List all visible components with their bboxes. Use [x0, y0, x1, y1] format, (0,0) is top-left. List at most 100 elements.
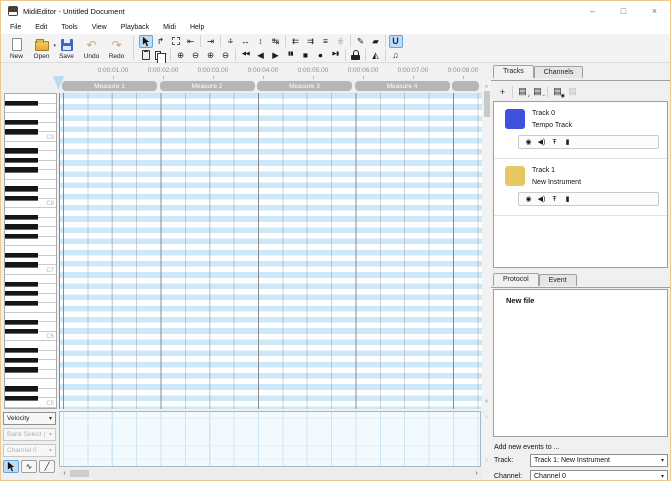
measure-label[interactable]	[452, 81, 479, 91]
zoom-out-horizontal-button[interactable]: ⊖	[219, 49, 233, 62]
piano-key-black[interactable]	[5, 101, 38, 106]
piano-key-black[interactable]	[5, 396, 38, 401]
measure-label[interactable]: Measure 4	[355, 81, 450, 91]
undo-button[interactable]: ↶Undo	[79, 37, 104, 60]
open-file-button[interactable]: ▾Open	[29, 37, 54, 60]
velocity-scrollbar[interactable]: ˄ ˅	[482, 413, 491, 467]
track-color-swatch[interactable]	[505, 109, 525, 129]
menu-midi[interactable]: Midi	[156, 24, 183, 31]
piano-key-black[interactable]	[5, 367, 38, 372]
piano-key-black[interactable]	[5, 186, 38, 191]
menu-view[interactable]: View	[85, 24, 114, 31]
piano-key-black[interactable]	[5, 348, 38, 353]
select-right-tool-button[interactable]: ⇥	[204, 35, 218, 48]
maximize-button[interactable]: □	[608, 1, 639, 21]
piano-key-black[interactable]	[5, 253, 38, 258]
piano-key-black[interactable]	[5, 291, 38, 296]
standard-tool-button[interactable]	[139, 35, 153, 48]
protocol-entry[interactable]: New file	[494, 290, 667, 305]
track-color-swatch[interactable]	[505, 166, 525, 186]
metronome-button[interactable]: ◭	[369, 49, 383, 62]
pause-button[interactable]: ▮▮	[284, 49, 298, 62]
line-tool-button[interactable]: ╱	[39, 460, 55, 473]
piano-key-black[interactable]	[5, 329, 38, 334]
record-button[interactable]: ●	[314, 49, 328, 62]
measure-bar[interactable]: Measure 1Measure 2Measure 3Measure 4	[59, 79, 482, 93]
menu-edit[interactable]: Edit	[28, 24, 54, 31]
track-visibility-icon[interactable]: ◉	[522, 195, 535, 203]
piano-key-black[interactable]	[5, 358, 38, 363]
piano-key-black[interactable]	[5, 262, 38, 267]
zoom-in-vertical-button[interactable]: ⊕	[174, 49, 188, 62]
back-button[interactable]: ◀	[254, 49, 268, 62]
new-file-button[interactable]: New	[4, 37, 29, 60]
select-left-tool-button[interactable]: ⇤	[184, 35, 198, 48]
piano-keyboard[interactable]: C9C8C7C6C5	[4, 93, 57, 409]
piano-roll-grid[interactable]	[59, 93, 482, 409]
move-horizontal-tool-button[interactable]: ↔	[239, 35, 253, 48]
track-row[interactable]: Track 0Tempo Track◉◀)Ŧ▮	[494, 102, 667, 159]
freehand-tool-button[interactable]: ∿	[21, 460, 37, 473]
align-left-tool-button[interactable]: ⇇	[289, 35, 303, 48]
scroll-up-arrow[interactable]: ˄	[482, 84, 491, 91]
align-right-tool-button[interactable]: ⇉	[304, 35, 318, 48]
measure-label[interactable]: Measure 1	[62, 81, 157, 91]
scroll-left-arrow[interactable]: ‹	[60, 468, 69, 479]
piano-key-black[interactable]	[5, 224, 38, 229]
magnet-tool-button[interactable]: U	[389, 35, 403, 48]
redo-button[interactable]: ↷Redo	[104, 37, 129, 60]
equalize-tool-button[interactable]: ≡	[319, 35, 333, 48]
single-selection-tool-button[interactable]: ↱	[154, 35, 168, 48]
scroll-up-arrow[interactable]: ˄	[482, 415, 491, 422]
back-to-begin-button[interactable]: ◀◀	[239, 49, 253, 62]
zoom-out-vertical-button[interactable]: ⊖	[189, 49, 203, 62]
scroll-down-arrow[interactable]: ˅	[482, 458, 491, 465]
lock-screen-button[interactable]	[349, 49, 363, 62]
tab-event[interactable]: Event	[539, 274, 577, 286]
piano-key-black[interactable]	[5, 301, 38, 306]
track-rename-icon[interactable]: Ŧ	[548, 139, 561, 146]
hide-all-tracks-button[interactable]: ▤	[565, 85, 580, 99]
forward-button[interactable]: ▶▮	[329, 49, 343, 62]
copy-button[interactable]: ▾	[154, 49, 168, 62]
measure-label[interactable]: Measure 3	[257, 81, 352, 91]
panic-button[interactable]: ♫	[389, 49, 403, 62]
timeline-tick[interactable]: 0:00:07.00	[388, 67, 438, 74]
track-visibility-icon[interactable]: ◉	[522, 138, 535, 146]
track-rename-icon[interactable]: Ŧ	[548, 196, 561, 203]
piano-key-black[interactable]	[5, 167, 38, 172]
timeline-tick[interactable]: 0:00:03.00	[188, 67, 238, 74]
quantize-tool-button[interactable]: ⋕	[334, 35, 348, 48]
stretch-tool-button[interactable]: ↹	[269, 35, 283, 48]
timeline[interactable]: 0:00:01.000:00:02.000:00:03.000:00:04.00…	[59, 63, 482, 79]
piano-key-black[interactable]	[5, 282, 38, 287]
box-selection-tool-button[interactable]	[169, 35, 183, 48]
tab-protocol[interactable]: Protocol	[493, 273, 539, 286]
piano-key-black[interactable]	[5, 129, 38, 134]
vertical-scroll-thumb[interactable]	[484, 91, 490, 117]
standard-tool-small-button[interactable]	[3, 460, 19, 473]
track-audibility-icon[interactable]: ◀)	[535, 195, 548, 203]
menu-playback[interactable]: Playback	[114, 24, 156, 31]
piano-key-black[interactable]	[5, 234, 38, 239]
protocol-list[interactable]: New file	[493, 289, 668, 437]
horizontal-scrollbar[interactable]: ‹ ›	[59, 468, 482, 479]
track-audibility-icon[interactable]: ◀)	[535, 138, 548, 146]
minimize-button[interactable]: –	[577, 1, 608, 21]
timeline-tick[interactable]: 0:00:02.00	[138, 67, 188, 74]
piano-key-black[interactable]	[5, 158, 38, 163]
show-all-tracks-button[interactable]: ▤◉	[550, 85, 565, 99]
track-delete-icon[interactable]: ▮	[561, 195, 574, 203]
piano-key-black[interactable]	[5, 148, 38, 153]
track-row[interactable]: Track 1New Instrument◉◀)Ŧ▮	[494, 159, 667, 216]
timeline-tick[interactable]: 0:00:06.00	[338, 67, 388, 74]
piano-key-black[interactable]	[5, 320, 38, 325]
eraser-tool-button[interactable]: ▰	[369, 35, 383, 48]
timeline-tick[interactable]: 0:00:05.00	[288, 67, 338, 74]
timeline-tick[interactable]: 0:00:01.00	[88, 67, 138, 74]
track-select[interactable]: Track 1: New Instrument ▾	[530, 454, 668, 467]
menu-tools[interactable]: Tools	[54, 24, 84, 31]
menu-help[interactable]: Help	[183, 24, 211, 31]
scroll-right-arrow[interactable]: ›	[472, 468, 481, 479]
scroll-down-arrow[interactable]: ˅	[482, 399, 491, 406]
